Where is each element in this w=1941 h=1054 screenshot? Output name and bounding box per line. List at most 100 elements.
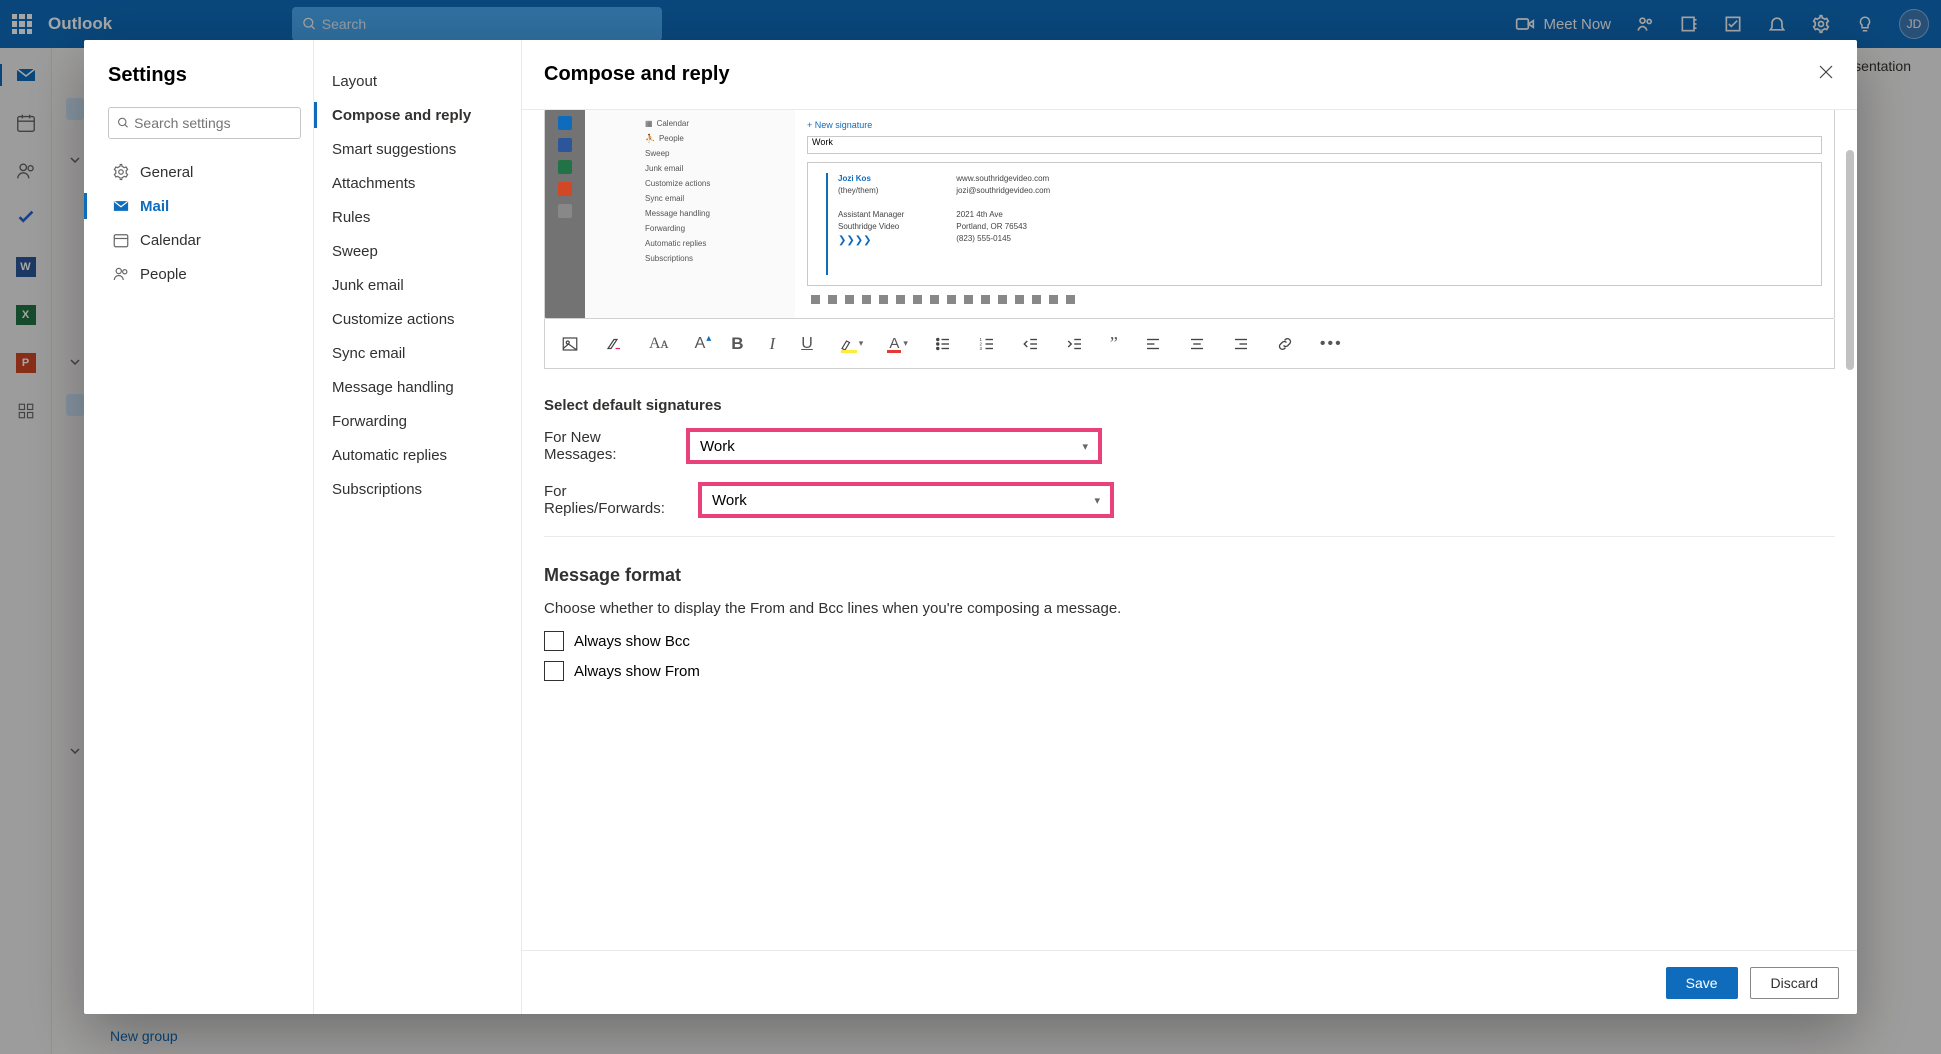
- close-button[interactable]: [1817, 63, 1835, 87]
- panel-scrollbar[interactable]: [1846, 150, 1854, 924]
- settings-title: Settings: [108, 64, 301, 87]
- panel-title: Compose and reply: [544, 63, 730, 86]
- replies-forwards-signature-select[interactable]: Work ▾: [698, 482, 1114, 518]
- sub-subscriptions[interactable]: Subscriptions: [314, 472, 521, 506]
- sub-compose-reply[interactable]: Compose and reply: [314, 98, 521, 132]
- mini-item: Automatic replies: [635, 236, 795, 251]
- align-center-button[interactable]: [1188, 335, 1206, 353]
- save-button[interactable]: Save: [1666, 967, 1738, 999]
- save-label: Save: [1686, 975, 1718, 991]
- mini-item: People: [659, 134, 684, 143]
- discard-button[interactable]: Discard: [1750, 967, 1839, 999]
- sub-label: Attachments: [332, 175, 415, 192]
- sig-addr: Portland, OR 76543: [956, 221, 1050, 233]
- align-right-button[interactable]: [1232, 335, 1250, 353]
- signature-name-field: Work: [807, 136, 1822, 154]
- panel-footer: Save Discard: [522, 950, 1857, 1014]
- new-signature-link: + New signature: [807, 120, 1822, 130]
- category-label: Calendar: [140, 232, 201, 249]
- sub-label: Forwarding: [332, 413, 407, 430]
- new-messages-label: For New Messages:: [544, 429, 674, 463]
- insert-image-button[interactable]: [561, 335, 579, 353]
- bullet-list-button[interactable]: [934, 335, 952, 353]
- sig-company: Southridge Video: [838, 221, 904, 233]
- sig-name: Jozi Kos: [838, 173, 904, 185]
- number-list-button[interactable]: 123: [978, 335, 996, 353]
- sig-role: Assistant Manager: [838, 209, 904, 221]
- discard-label: Discard: [1771, 975, 1818, 991]
- checkbox-label: Always show From: [574, 663, 700, 680]
- bold-button[interactable]: B: [731, 334, 743, 354]
- font-color-button[interactable]: A▾: [889, 334, 908, 353]
- sub-sync[interactable]: Sync email: [314, 336, 521, 370]
- settings-sidebar: Settings General Mail Calendar People: [84, 40, 314, 1014]
- sub-label: Junk email: [332, 277, 404, 294]
- sub-auto-replies[interactable]: Automatic replies: [314, 438, 521, 472]
- font-size-button[interactable]: A▴: [695, 335, 706, 353]
- sub-label: Automatic replies: [332, 447, 447, 464]
- sig-phone: (823) 555-0145: [956, 233, 1050, 245]
- category-mail[interactable]: Mail: [108, 189, 301, 223]
- align-left-button[interactable]: [1144, 335, 1162, 353]
- checkbox-label: Always show Bcc: [574, 633, 690, 650]
- category-label: Mail: [140, 198, 169, 215]
- sig-site: www.southridgevideo.com: [956, 173, 1050, 185]
- always-show-from-checkbox[interactable]: Always show From: [544, 661, 1835, 681]
- highlight-button[interactable]: ▾: [839, 334, 864, 353]
- sub-label: Smart suggestions: [332, 141, 456, 158]
- category-general[interactable]: General: [108, 155, 301, 189]
- quote-button[interactable]: ”: [1110, 333, 1118, 354]
- sub-sweep[interactable]: Sweep: [314, 234, 521, 268]
- sub-label: Layout: [332, 73, 377, 90]
- sub-label: Customize actions: [332, 311, 455, 328]
- mini-item: Sweep: [635, 146, 795, 161]
- message-format-heading: Message format: [544, 565, 1835, 586]
- more-format-button[interactable]: •••: [1320, 335, 1343, 353]
- sig-email: jozi@southridgevideo.com: [956, 185, 1050, 197]
- always-show-bcc-checkbox[interactable]: Always show Bcc: [544, 631, 1835, 651]
- search-icon: [117, 116, 130, 130]
- panel-body: ▦Calendar ⛹People Sweep Junk email Custo…: [522, 110, 1857, 950]
- mini-item: Message handling: [635, 206, 795, 221]
- settings-search-input[interactable]: [134, 115, 292, 131]
- sig-pronoun: (they/them): [838, 185, 904, 197]
- font-family-button[interactable]: Aᴀ: [649, 335, 669, 353]
- sub-junk[interactable]: Junk email: [314, 268, 521, 302]
- sub-customize[interactable]: Customize actions: [314, 302, 521, 336]
- chevron-down-icon: ▾: [1082, 440, 1088, 453]
- replies-forwards-label: For Replies/Forwards:: [544, 483, 686, 517]
- mini-item: Calendar: [657, 119, 689, 128]
- signature-preview-image: ▦Calendar ⛹People Sweep Junk email Custo…: [544, 110, 1835, 319]
- italic-button[interactable]: I: [770, 334, 776, 354]
- link-button[interactable]: [1276, 335, 1294, 353]
- sub-msg-handling[interactable]: Message handling: [314, 370, 521, 404]
- category-list: General Mail Calendar People: [108, 155, 301, 291]
- chevron-down-icon: ▾: [1094, 494, 1100, 507]
- mini-item: Subscriptions: [635, 251, 795, 266]
- sub-label: Compose and reply: [332, 107, 471, 124]
- category-label: People: [140, 266, 187, 283]
- sub-label: Sweep: [332, 243, 378, 260]
- indent-button[interactable]: [1066, 335, 1084, 353]
- category-label: General: [140, 164, 193, 181]
- sub-rules[interactable]: Rules: [314, 200, 521, 234]
- new-messages-signature-select[interactable]: Work ▾: [686, 428, 1102, 464]
- panel-header: Compose and reply: [522, 40, 1857, 110]
- underline-button[interactable]: U: [801, 335, 813, 353]
- sub-forwarding[interactable]: Forwarding: [314, 404, 521, 438]
- category-calendar[interactable]: Calendar: [108, 223, 301, 257]
- mini-item: Forwarding: [635, 221, 795, 236]
- mini-item: Sync email: [635, 191, 795, 206]
- category-people[interactable]: People: [108, 257, 301, 291]
- sub-layout[interactable]: Layout: [314, 64, 521, 98]
- sig-addr: 2021 4th Ave: [956, 209, 1050, 221]
- settings-search[interactable]: [108, 107, 301, 139]
- close-icon: [1817, 63, 1835, 81]
- outdent-button[interactable]: [1022, 335, 1040, 353]
- checkbox-icon: [544, 631, 564, 651]
- default-signatures-heading: Select default signatures: [544, 397, 1835, 414]
- clear-format-button[interactable]: [605, 335, 623, 353]
- select-value: Work: [700, 438, 735, 455]
- sub-smart-suggestions[interactable]: Smart suggestions: [314, 132, 521, 166]
- sub-attachments[interactable]: Attachments: [314, 166, 521, 200]
